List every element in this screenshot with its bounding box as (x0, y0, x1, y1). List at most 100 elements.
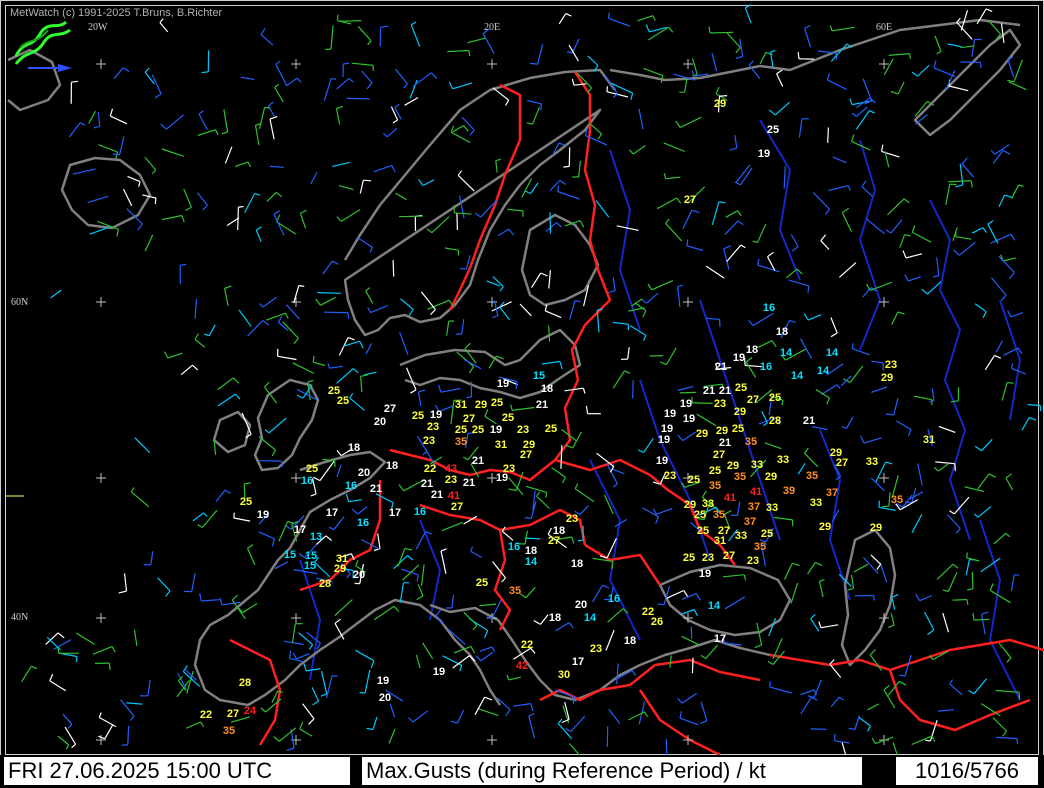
wind-barb-feather (701, 490, 707, 498)
wind-barb-staff (415, 654, 421, 669)
wind-barb-feather (929, 399, 935, 403)
wind-barb-staff (560, 445, 563, 469)
wind-barb-feather (528, 713, 535, 717)
wind-barb-feather (881, 144, 884, 152)
gust-value: 35 (709, 480, 721, 492)
wind-barb-staff (479, 646, 493, 652)
gust-value: 25 (688, 474, 700, 486)
gust-value: 27 (384, 403, 396, 415)
wind-barb-staff (807, 562, 816, 575)
wind-barb-feather (825, 208, 830, 215)
wind-barb-feather (931, 735, 936, 742)
wind-barb-feather (729, 147, 737, 151)
wind-barb-feather (562, 476, 566, 484)
wind-barb-staff (50, 289, 62, 299)
gust-value: 22 (521, 639, 533, 651)
wind-barb-staff (420, 291, 436, 310)
wind-barb-feather (797, 52, 800, 59)
wind-barb-feather (298, 553, 306, 559)
wind-barb-feather (303, 663, 307, 672)
wind-barb-staff (336, 464, 342, 478)
wind-barb-staff (960, 45, 975, 49)
wind-barb-staff (952, 598, 967, 601)
wind-barb-staff (971, 572, 974, 589)
wind-barb-feather (890, 90, 899, 95)
gust-value: 26 (651, 616, 663, 628)
wind-barb-feather (492, 315, 499, 319)
wind-barb-feather (430, 309, 436, 316)
wind-barb-staff (1010, 574, 1015, 592)
wind-barb-staff (258, 107, 266, 129)
wind-barb-feather (933, 466, 939, 472)
wind-barb-feather (665, 218, 670, 224)
wind-barb-feather (273, 736, 280, 742)
wind-barb-feather (351, 508, 359, 515)
gust-value: 29 (716, 425, 728, 437)
wind-barb-staff (890, 219, 903, 234)
wind-barb-feather (838, 696, 845, 701)
wind-barb-feather (719, 95, 728, 97)
wind-barb-feather (130, 487, 135, 493)
wind-barb-staff (21, 665, 32, 683)
gust-value: 42 (516, 660, 528, 672)
gust-value: 17 (714, 633, 726, 645)
wind-barb-feather (336, 216, 342, 222)
wind-barb-staff (359, 180, 364, 194)
gust-value: 29 (765, 471, 777, 483)
wind-barb-staff (447, 49, 469, 53)
wind-barb-feather (530, 62, 538, 65)
gust-value: 17 (294, 524, 306, 536)
wind-barb-feather (915, 593, 921, 602)
wind-barb-feather (718, 319, 721, 327)
wind-barb-staff (364, 669, 371, 694)
wind-barb-staff (119, 136, 125, 155)
wind-barb-staff (325, 675, 333, 699)
wind-barb-staff (849, 365, 864, 383)
gust-value: 16 (357, 517, 369, 529)
black-sea-coast (658, 563, 792, 637)
british-isles-coast (212, 378, 320, 472)
wind-barb-feather (899, 680, 907, 686)
wind-barb-staff (870, 477, 885, 492)
wind-barb-feather (851, 343, 854, 349)
wind-barb-feather (418, 179, 424, 186)
wind-barb-staff (665, 222, 683, 242)
wind-barb-feather (903, 198, 910, 204)
wind-barb-feather (410, 389, 417, 394)
wind-barb-feather (765, 51, 773, 56)
gust-value: 37 (826, 487, 838, 499)
gust-value: 29 (881, 372, 893, 384)
wind-barb-feather (165, 590, 171, 597)
greenland-coast (7, 48, 62, 112)
wind-barb-feather (571, 78, 575, 86)
wind-barb-feather (495, 158, 502, 162)
wind-barb-staff (829, 663, 842, 678)
wind-barb-feather (925, 739, 931, 742)
wind-barb-feather (771, 340, 777, 348)
wind-barb-feather (559, 361, 563, 370)
gust-value: 19 (430, 409, 442, 421)
wind-barb-feather (819, 578, 825, 582)
wind-barb-feather (767, 660, 774, 666)
wind-barb-feather (453, 205, 455, 213)
gust-value: 25 (491, 397, 503, 409)
wind-barb-feather (647, 283, 653, 291)
wind-barb-staff (322, 260, 333, 275)
wind-barb-feather (468, 366, 475, 374)
gust-value: 16 (345, 480, 357, 492)
gust-value: 15 (533, 370, 545, 382)
gust-map-canvas[interactable]: 2925192716181918 14 1421 1614 14 232921 21 2519… (0, 0, 1044, 755)
status-bar: FRI 27.06.2025 15:00 UTC Max.Gusts (duri… (0, 755, 1044, 788)
wind-barb-feather (418, 389, 426, 393)
wind-barb-staff (482, 33, 495, 54)
wind-barb-staff (415, 531, 427, 550)
wind-barb-staff (691, 657, 694, 674)
wind-barb-feather (574, 300, 581, 303)
wind-barb-staff (144, 156, 157, 171)
wind-barb-feather (700, 654, 707, 660)
gust-value: 20 (358, 467, 370, 479)
wind-barb-staff (519, 303, 532, 317)
wind-barb-staff (110, 115, 128, 125)
wind-barb-feather (111, 646, 116, 653)
wind-barb-feather (961, 157, 968, 165)
